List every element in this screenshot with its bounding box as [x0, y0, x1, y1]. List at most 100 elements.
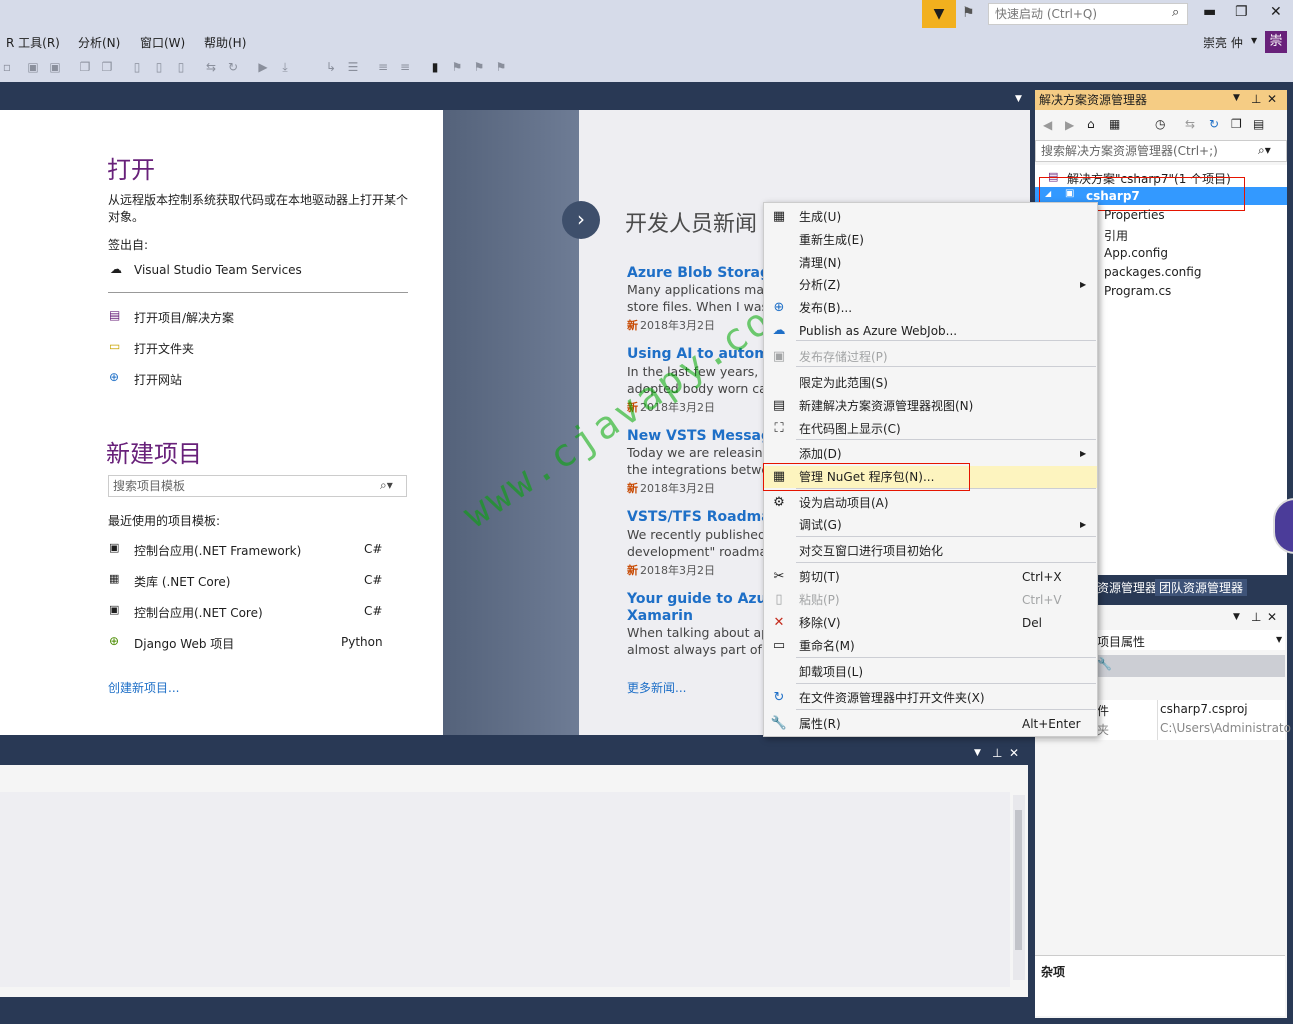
chevron-down-icon[interactable]: ▼: [1276, 635, 1282, 644]
toolbar-icon[interactable]: ▫: [0, 60, 14, 74]
context-menu-item[interactable]: 调试(G) ▶: [764, 514, 1097, 536]
template-item[interactable]: 控制台应用(.NET Core): [134, 604, 263, 621]
undo-icon[interactable]: ⇆: [204, 60, 218, 74]
back-icon[interactable]: ◀: [1043, 118, 1052, 132]
context-menu-item[interactable]: 🔧 属性(R) Alt+Enter: [764, 713, 1097, 735]
context-menu-item[interactable]: ⊕ 发布(B)...: [764, 297, 1097, 319]
context-menu-item[interactable]: ✂ 剪切(T) Ctrl+X: [764, 566, 1097, 588]
tree-item[interactable]: packages.config: [1104, 265, 1201, 279]
context-menu-item[interactable]: ✕ 移除(V) Del: [764, 612, 1097, 634]
news-title[interactable]: New VSTS Messagin: [627, 428, 786, 444]
wrench-icon[interactable]: 🔧: [1097, 657, 1112, 671]
chevron-down-icon[interactable]: ▼: [1233, 93, 1240, 103]
bookmark-prev-icon[interactable]: ⚑: [450, 60, 464, 74]
create-new-project-link[interactable]: 创建新项目...: [108, 679, 179, 696]
download-icon[interactable]: ⤓: [278, 60, 292, 74]
bookmark-next-icon[interactable]: ⚑: [472, 60, 486, 74]
copy-icon[interactable]: ❐: [100, 60, 114, 74]
show-all-files-icon[interactable]: ▤: [1253, 117, 1264, 131]
feedback-icon[interactable]: ⚑: [962, 5, 975, 21]
news-title[interactable]: Your guide to Azure: [627, 591, 783, 607]
context-menu-item[interactable]: 分析(Z) ▶: [764, 274, 1097, 296]
menu-window[interactable]: 窗口(W): [140, 34, 185, 51]
template-item[interactable]: 类库 (.NET Core): [134, 573, 230, 590]
collapse-news-button[interactable]: ›: [562, 201, 600, 239]
tree-item[interactable]: 引用: [1104, 227, 1128, 244]
minimize-button[interactable]: ▬: [1203, 4, 1216, 20]
avatar[interactable]: 崇: [1265, 31, 1287, 53]
chevron-down-icon[interactable]: ▼: [1251, 36, 1257, 45]
context-menu-item[interactable]: ▭ 重命名(M): [764, 635, 1097, 657]
context-menu-item[interactable]: 重新生成(E): [764, 229, 1097, 251]
vsts-link[interactable]: Visual Studio Team Services: [134, 263, 302, 277]
close-icon[interactable]: ✕: [1267, 610, 1277, 624]
open-website-link[interactable]: 打开网站: [134, 371, 182, 388]
close-icon[interactable]: ✕: [1009, 746, 1019, 760]
template-item[interactable]: 控制台应用(.NET Framework): [134, 542, 301, 559]
indent-icon[interactable]: ≡: [376, 60, 390, 74]
run-icon[interactable]: ▶: [256, 60, 270, 74]
list-icon[interactable]: ☰: [346, 60, 360, 74]
chevron-down-icon[interactable]: ▼: [1233, 612, 1240, 622]
context-menu-item[interactable]: ☁ Publish as Azure WebJob...: [764, 320, 1097, 342]
context-menu-item[interactable]: 添加(D) ▶: [764, 443, 1097, 465]
forward-icon[interactable]: ▶: [1065, 118, 1074, 132]
context-menu-item[interactable]: 卸载项目(L): [764, 661, 1097, 683]
refresh-icon[interactable]: ↻: [226, 60, 240, 74]
page-icon[interactable]: ▯: [130, 60, 144, 74]
property-value[interactable]: csharp7.csproj: [1160, 702, 1248, 716]
context-menu-item[interactable]: ⚙ 设为启动项目(A): [764, 492, 1097, 514]
user-name[interactable]: 崇亮 仲: [1203, 34, 1243, 51]
context-menu-item[interactable]: 限定为此范围(S): [764, 372, 1097, 394]
tree-item[interactable]: Properties: [1104, 208, 1165, 222]
switch-view-icon[interactable]: ▦: [1109, 117, 1120, 131]
template-item[interactable]: Django Web 项目: [134, 635, 234, 652]
context-menu-item[interactable]: ⛶ 在代码图上显示(C): [764, 418, 1097, 440]
pin-icon[interactable]: ⊥: [992, 746, 1002, 760]
menu-help[interactable]: 帮助(H): [204, 34, 246, 51]
menu-analyze[interactable]: 分析(N): [78, 34, 120, 51]
page-icon[interactable]: ▯: [152, 60, 166, 74]
copy-icon[interactable]: ❐: [78, 60, 92, 74]
output-content[interactable]: [0, 792, 1010, 987]
template-search-input[interactable]: 搜索项目模板: [108, 475, 407, 497]
context-menu-item[interactable]: ▤ 新建解决方案资源管理器视图(N): [764, 395, 1097, 417]
open-folder-link[interactable]: 打开文件夹: [134, 340, 194, 357]
image-icon[interactable]: ▣: [26, 60, 40, 74]
bookmark-clear-icon[interactable]: ⚑: [494, 60, 508, 74]
close-icon[interactable]: ✕: [1267, 92, 1277, 106]
history-icon[interactable]: ◷: [1155, 117, 1165, 131]
news-title[interactable]: VSTS/TFS Roadmap: [627, 509, 781, 525]
tab-solution-explorer[interactable]: 资源管理器: [1097, 579, 1157, 596]
property-value[interactable]: C:\Users\Administrato: [1160, 721, 1291, 735]
open-project-link[interactable]: 打开项目/解决方案: [134, 309, 234, 326]
refresh-icon[interactable]: ↻: [1209, 117, 1219, 131]
context-menu-item[interactable]: ▦ 生成(U): [764, 206, 1097, 228]
sync-icon[interactable]: ⇆: [1185, 117, 1195, 131]
close-button[interactable]: ✕: [1270, 4, 1282, 20]
context-menu-item[interactable]: ↻ 在文件资源管理器中打开文件夹(X): [764, 687, 1097, 709]
scrollbar-thumb[interactable]: [1015, 810, 1022, 950]
notification-filter-icon[interactable]: ▼: [922, 0, 956, 28]
quick-launch-input[interactable]: 快速启动 (Ctrl+Q): [988, 3, 1188, 25]
news-title-line2[interactable]: Xamarin: [627, 608, 693, 624]
tab-team-explorer[interactable]: 团队资源管理器: [1155, 579, 1248, 596]
outdent-icon[interactable]: ≡: [398, 60, 412, 74]
step-icon[interactable]: ↳: [324, 60, 338, 74]
home-icon[interactable]: ⌂: [1087, 117, 1095, 131]
pin-icon[interactable]: ⊥: [1251, 92, 1261, 106]
tab-dropdown-icon[interactable]: ▼: [1015, 94, 1022, 104]
restore-button[interactable]: ❐: [1235, 4, 1248, 20]
solution-search-input[interactable]: 搜索解决方案资源管理器(Ctrl+;): [1035, 140, 1287, 162]
tree-item[interactable]: App.config: [1104, 246, 1168, 260]
menu-tools[interactable]: R 工具(R): [6, 34, 60, 51]
pin-icon[interactable]: ⊥: [1251, 610, 1261, 624]
collapse-all-icon[interactable]: ❐: [1231, 117, 1242, 131]
tree-item[interactable]: Program.cs: [1104, 284, 1171, 298]
image-icon[interactable]: ▣: [48, 60, 62, 74]
context-menu-item[interactable]: 清理(N): [764, 252, 1097, 274]
more-news-link[interactable]: 更多新闻...: [627, 679, 686, 696]
bookmark-icon[interactable]: ▮: [428, 60, 442, 74]
chevron-down-icon[interactable]: ▼: [974, 748, 981, 758]
page-icon[interactable]: ▯: [174, 60, 188, 74]
